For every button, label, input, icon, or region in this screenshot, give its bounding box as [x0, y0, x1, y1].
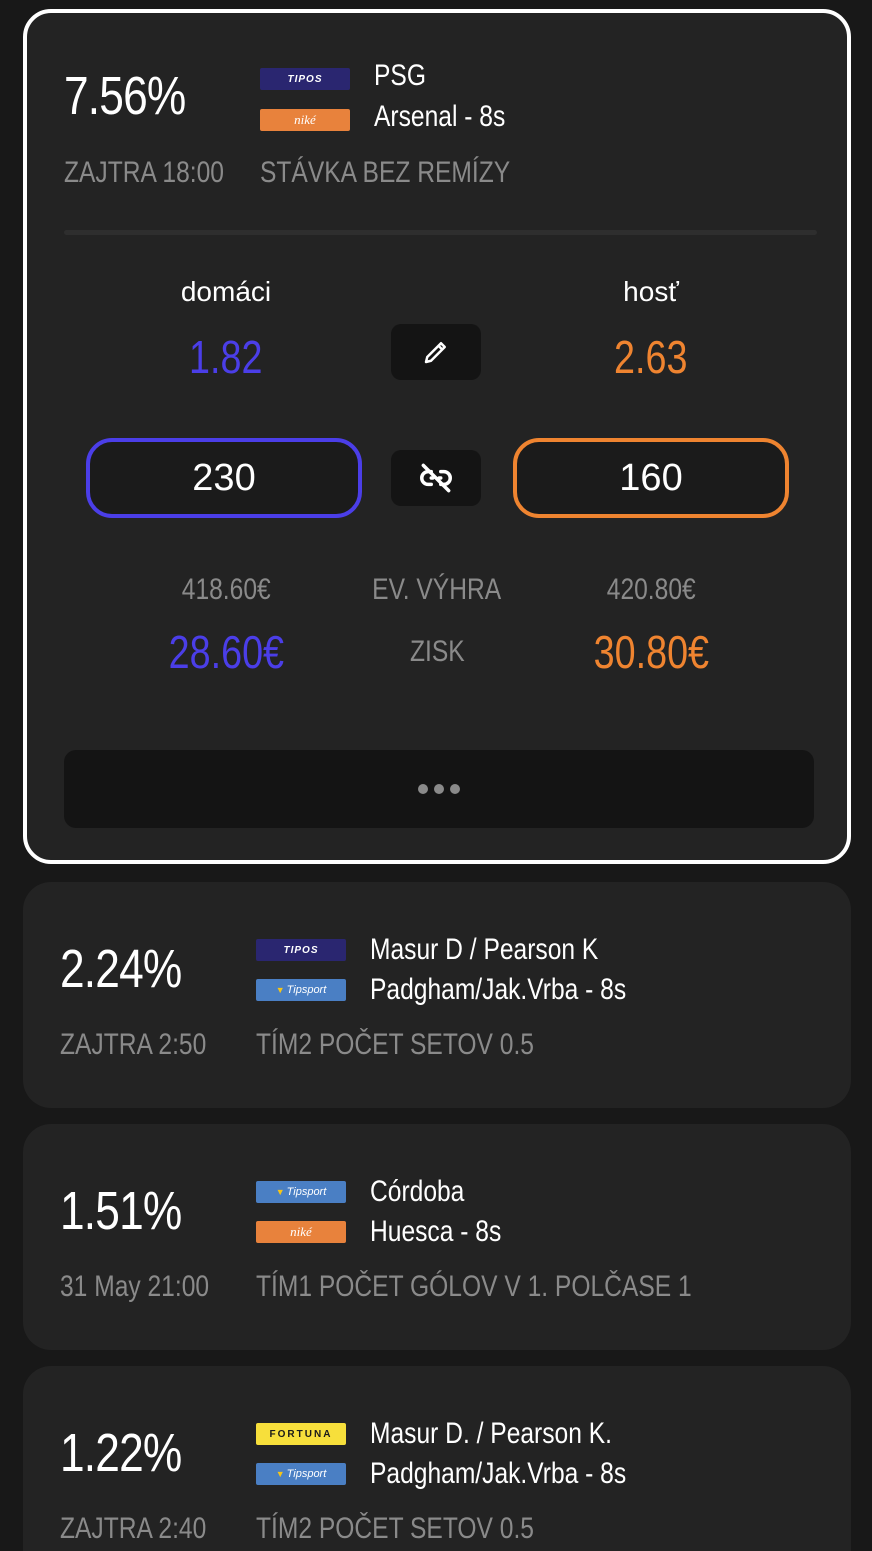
away-odds: 2.63 [614, 331, 688, 383]
arb-card[interactable]: 1.22% FORTUNA Masur D. / Pearson K. ▼ Tip… [23, 1366, 851, 1551]
away-stake-input[interactable] [513, 438, 789, 518]
pencil-icon [424, 342, 446, 364]
home-odds: 1.82 [189, 331, 263, 383]
home-return: 418.60€ [181, 573, 271, 606]
bookmaker-logo-tipsport: ▼ Tipsport [256, 1463, 346, 1485]
away-label: hosť [623, 276, 679, 307]
event-time: ZAJTRA 2:40 [60, 1512, 207, 1545]
team-name: Masur D. / Pearson K. [370, 1417, 612, 1450]
return-label: EV. VÝHRA [372, 573, 502, 606]
team-name: Huesca - 8s [370, 1215, 502, 1248]
team-name: Masur D / Pearson K [370, 933, 599, 966]
team-name: Padgham/Jak.Vrba - 8s [370, 973, 627, 1006]
home-stake-input[interactable] [86, 438, 362, 518]
team-name: Arsenal - 8s [374, 100, 506, 133]
home-profit: 28.60€ [168, 626, 284, 678]
bookmaker-logo-tipos: TIPOS [256, 939, 346, 961]
bookmaker-logo-nike: niké [256, 1221, 346, 1243]
bookmaker-logo-tipos: TIPOS [260, 68, 350, 90]
more-options-button[interactable] [64, 750, 814, 828]
market-name: TÍM2 POČET SETOV 0.5 [256, 1028, 534, 1061]
arb-card-expanded[interactable]: 7.56% TIPOS PSG niké Arsenal - 8s ZAJTRA… [23, 9, 851, 864]
team-name: PSG [374, 59, 426, 92]
arb-card[interactable]: 1.51% ▼ Tipsport Córdoba niké Huesca - 8s… [23, 1124, 851, 1350]
event-time: ZAJTRA 2:50 [60, 1028, 207, 1061]
arb-card[interactable]: 2.24% TIPOS Masur D / Pearson K ▼ Tipspor… [23, 882, 851, 1108]
edit-odds-button[interactable] [391, 324, 481, 380]
divider [64, 230, 817, 235]
market-name: TÍM2 POČET SETOV 0.5 [256, 1512, 534, 1545]
team-name: Padgham/Jak.Vrba - 8s [370, 1457, 627, 1490]
profit-percent: 7.56% [64, 66, 186, 126]
team-name: Córdoba [370, 1175, 465, 1208]
away-profit: 30.80€ [593, 626, 709, 678]
home-label: domáci [180, 276, 272, 307]
profit-label: ZISK [409, 635, 465, 668]
bookmaker-logo-fortuna: FORTUNA [256, 1423, 346, 1445]
bookmaker-logo-nike: niké [260, 109, 350, 131]
bookmaker-logo-tipsport: ▼ Tipsport [256, 979, 346, 1001]
event-time: 31 May 21:00 [60, 1270, 210, 1303]
away-return: 420.80€ [606, 573, 696, 606]
profit-percent: 1.51% [60, 1181, 182, 1241]
unlink-icon [420, 463, 452, 493]
profit-percent: 2.24% [60, 939, 182, 999]
event-time: ZAJTRA 18:00 [64, 156, 224, 189]
bookmaker-logo-tipsport: ▼ Tipsport [256, 1181, 346, 1203]
market-name: STÁVKA BEZ REMÍZY [260, 156, 511, 189]
profit-percent: 1.22% [60, 1423, 182, 1483]
ellipsis-icon [418, 784, 460, 794]
unlink-stakes-button[interactable] [391, 450, 481, 506]
market-name: TÍM1 POČET GÓLOV V 1. POLČASE 1 [256, 1270, 692, 1303]
